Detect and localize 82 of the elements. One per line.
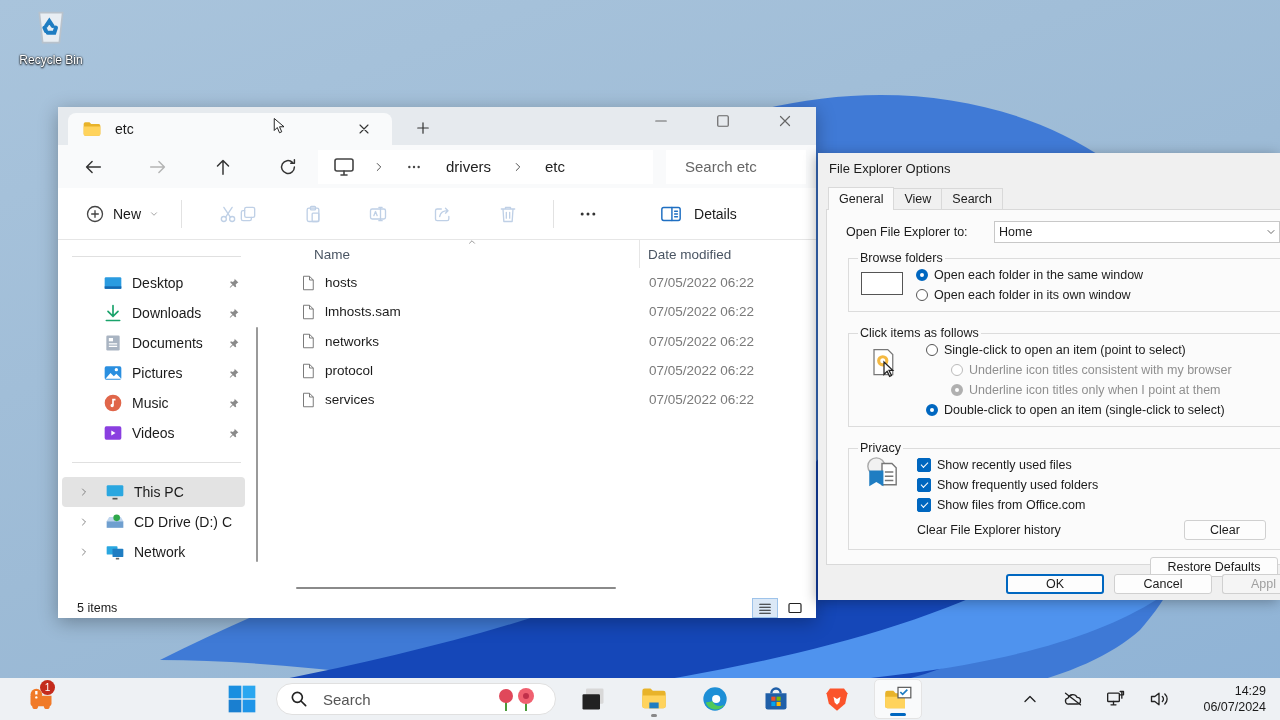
option-label: Open each folder in the same window <box>934 268 1144 282</box>
item-count: 5 items <box>77 600 118 615</box>
option-label: Single-click to open an item (point to select) <box>944 343 1186 357</box>
clear-history-label: Clear File Explorer history <box>917 523 1062 537</box>
video-folder-icon <box>103 423 123 443</box>
new-tab-icon[interactable] <box>414 119 432 137</box>
window-preview-box <box>861 272 903 295</box>
checkbox[interactable] <box>917 498 931 512</box>
document-folder-icon <box>103 333 123 353</box>
sidebar-item[interactable]: Videos <box>58 418 245 448</box>
clear-button[interactable]: Clear <box>1184 520 1266 540</box>
ok-button[interactable]: OK <box>1006 574 1104 594</box>
restore-defaults-button[interactable]: Restore Defaults <box>1150 557 1278 577</box>
dialog-tab[interactable]: General <box>828 187 895 210</box>
sidebar-item[interactable]: Desktop <box>58 268 245 298</box>
checkbox[interactable] <box>917 478 931 492</box>
maximize-icon[interactable] <box>714 112 732 130</box>
radio-button[interactable] <box>926 344 938 356</box>
group-title: Click items as follows <box>859 326 980 340</box>
browser-icon[interactable] <box>700 685 730 713</box>
music-folder-icon <box>103 393 123 413</box>
picture-folder-icon <box>103 363 123 383</box>
address-bar[interactable]: drivers etc <box>318 149 653 184</box>
sidebar-item[interactable]: Downloads <box>58 298 245 328</box>
new-button[interactable]: New <box>85 203 159 224</box>
column-header[interactable]: Date modified <box>639 240 732 268</box>
sidebar-item[interactable]: Pictures <box>58 358 245 388</box>
window-tab[interactable]: etc <box>68 113 392 145</box>
field-label: Open File Explorer to: <box>846 225 969 239</box>
sidebar-item[interactable]: This PC <box>62 477 245 507</box>
tab-title: etc <box>115 121 134 137</box>
option-label: Double-click to open an item (single-click to select) <box>944 403 1225 417</box>
option-label: Underline icon titles consistent with my browser <box>969 363 1232 377</box>
option-label: Show files from Office.com <box>937 498 1086 512</box>
computer-icon <box>105 482 125 502</box>
start-icon[interactable] <box>226 683 258 715</box>
sidebar-item[interactable]: Music <box>58 388 245 418</box>
sidebar-item[interactable]: Documents <box>58 328 245 358</box>
file-name[interactable]: services <box>325 392 649 408</box>
clock[interactable]: 14:29 06/07/2024 <box>1203 683 1266 715</box>
search-field[interactable]: Search etc <box>666 149 806 184</box>
cancel-button[interactable]: Cancel <box>1114 574 1212 594</box>
option-label: Show recently used files <box>937 458 1072 472</box>
radio-button[interactable] <box>926 404 938 416</box>
group-title: Privacy <box>859 441 902 455</box>
file-name[interactable]: hosts <box>325 275 649 291</box>
dialog-tab[interactable]: Search <box>941 188 1003 209</box>
taskbar-search-field[interactable]: Search <box>276 683 556 715</box>
table-cell: 07/05/2022 06:22 <box>649 363 755 379</box>
radio-button[interactable] <box>916 269 928 281</box>
breadcrumb-item[interactable]: drivers <box>446 158 491 175</box>
option-label: Show frequently used folders <box>937 478 1099 492</box>
table-cell: 07/05/2022 06:22 <box>649 392 755 408</box>
table-cell: 07/05/2022 06:22 <box>649 333 755 349</box>
radio-button[interactable] <box>916 289 928 301</box>
notification-badge: 1 <box>40 680 55 695</box>
column-header[interactable]: Name <box>270 246 639 262</box>
option-label: Open each folder in its own window <box>934 288 1131 302</box>
table-cell: 07/05/2022 06:22 <box>649 304 755 320</box>
open-to-dropdown[interactable]: Home <box>994 221 1280 243</box>
vertical-scrollbar[interactable] <box>256 327 258 562</box>
network-icon[interactable] <box>1106 689 1126 709</box>
option-label: Underline icon titles only when I point at them <box>969 383 1221 397</box>
horizontal-scrollbar[interactable] <box>296 587 616 589</box>
details-view-button[interactable] <box>752 597 778 618</box>
sidebar-item[interactable]: CD Drive (D:) C <box>62 507 245 537</box>
table-cell: 07/05/2022 06:22 <box>649 275 755 291</box>
plus-circle-icon <box>85 203 105 224</box>
download-folder-icon <box>103 303 123 323</box>
dialog-title: File Explorer Options <box>828 159 952 178</box>
sidebar-item[interactable]: Network <box>62 537 245 567</box>
file-name[interactable]: lmhosts.sam <box>325 304 649 320</box>
file-name[interactable]: networks <box>325 333 649 349</box>
breadcrumb-item[interactable]: etc <box>545 158 566 175</box>
search-input[interactable]: Search <box>321 689 491 709</box>
search-icon <box>289 689 309 709</box>
taskbar-app-button[interactable] <box>874 679 922 719</box>
cloud-off-icon[interactable] <box>1063 689 1083 709</box>
checkbox[interactable] <box>917 458 931 472</box>
group-title: Browse folders <box>859 251 944 265</box>
file-name[interactable]: protocol <box>325 363 649 379</box>
details-button[interactable]: Details <box>660 202 737 225</box>
